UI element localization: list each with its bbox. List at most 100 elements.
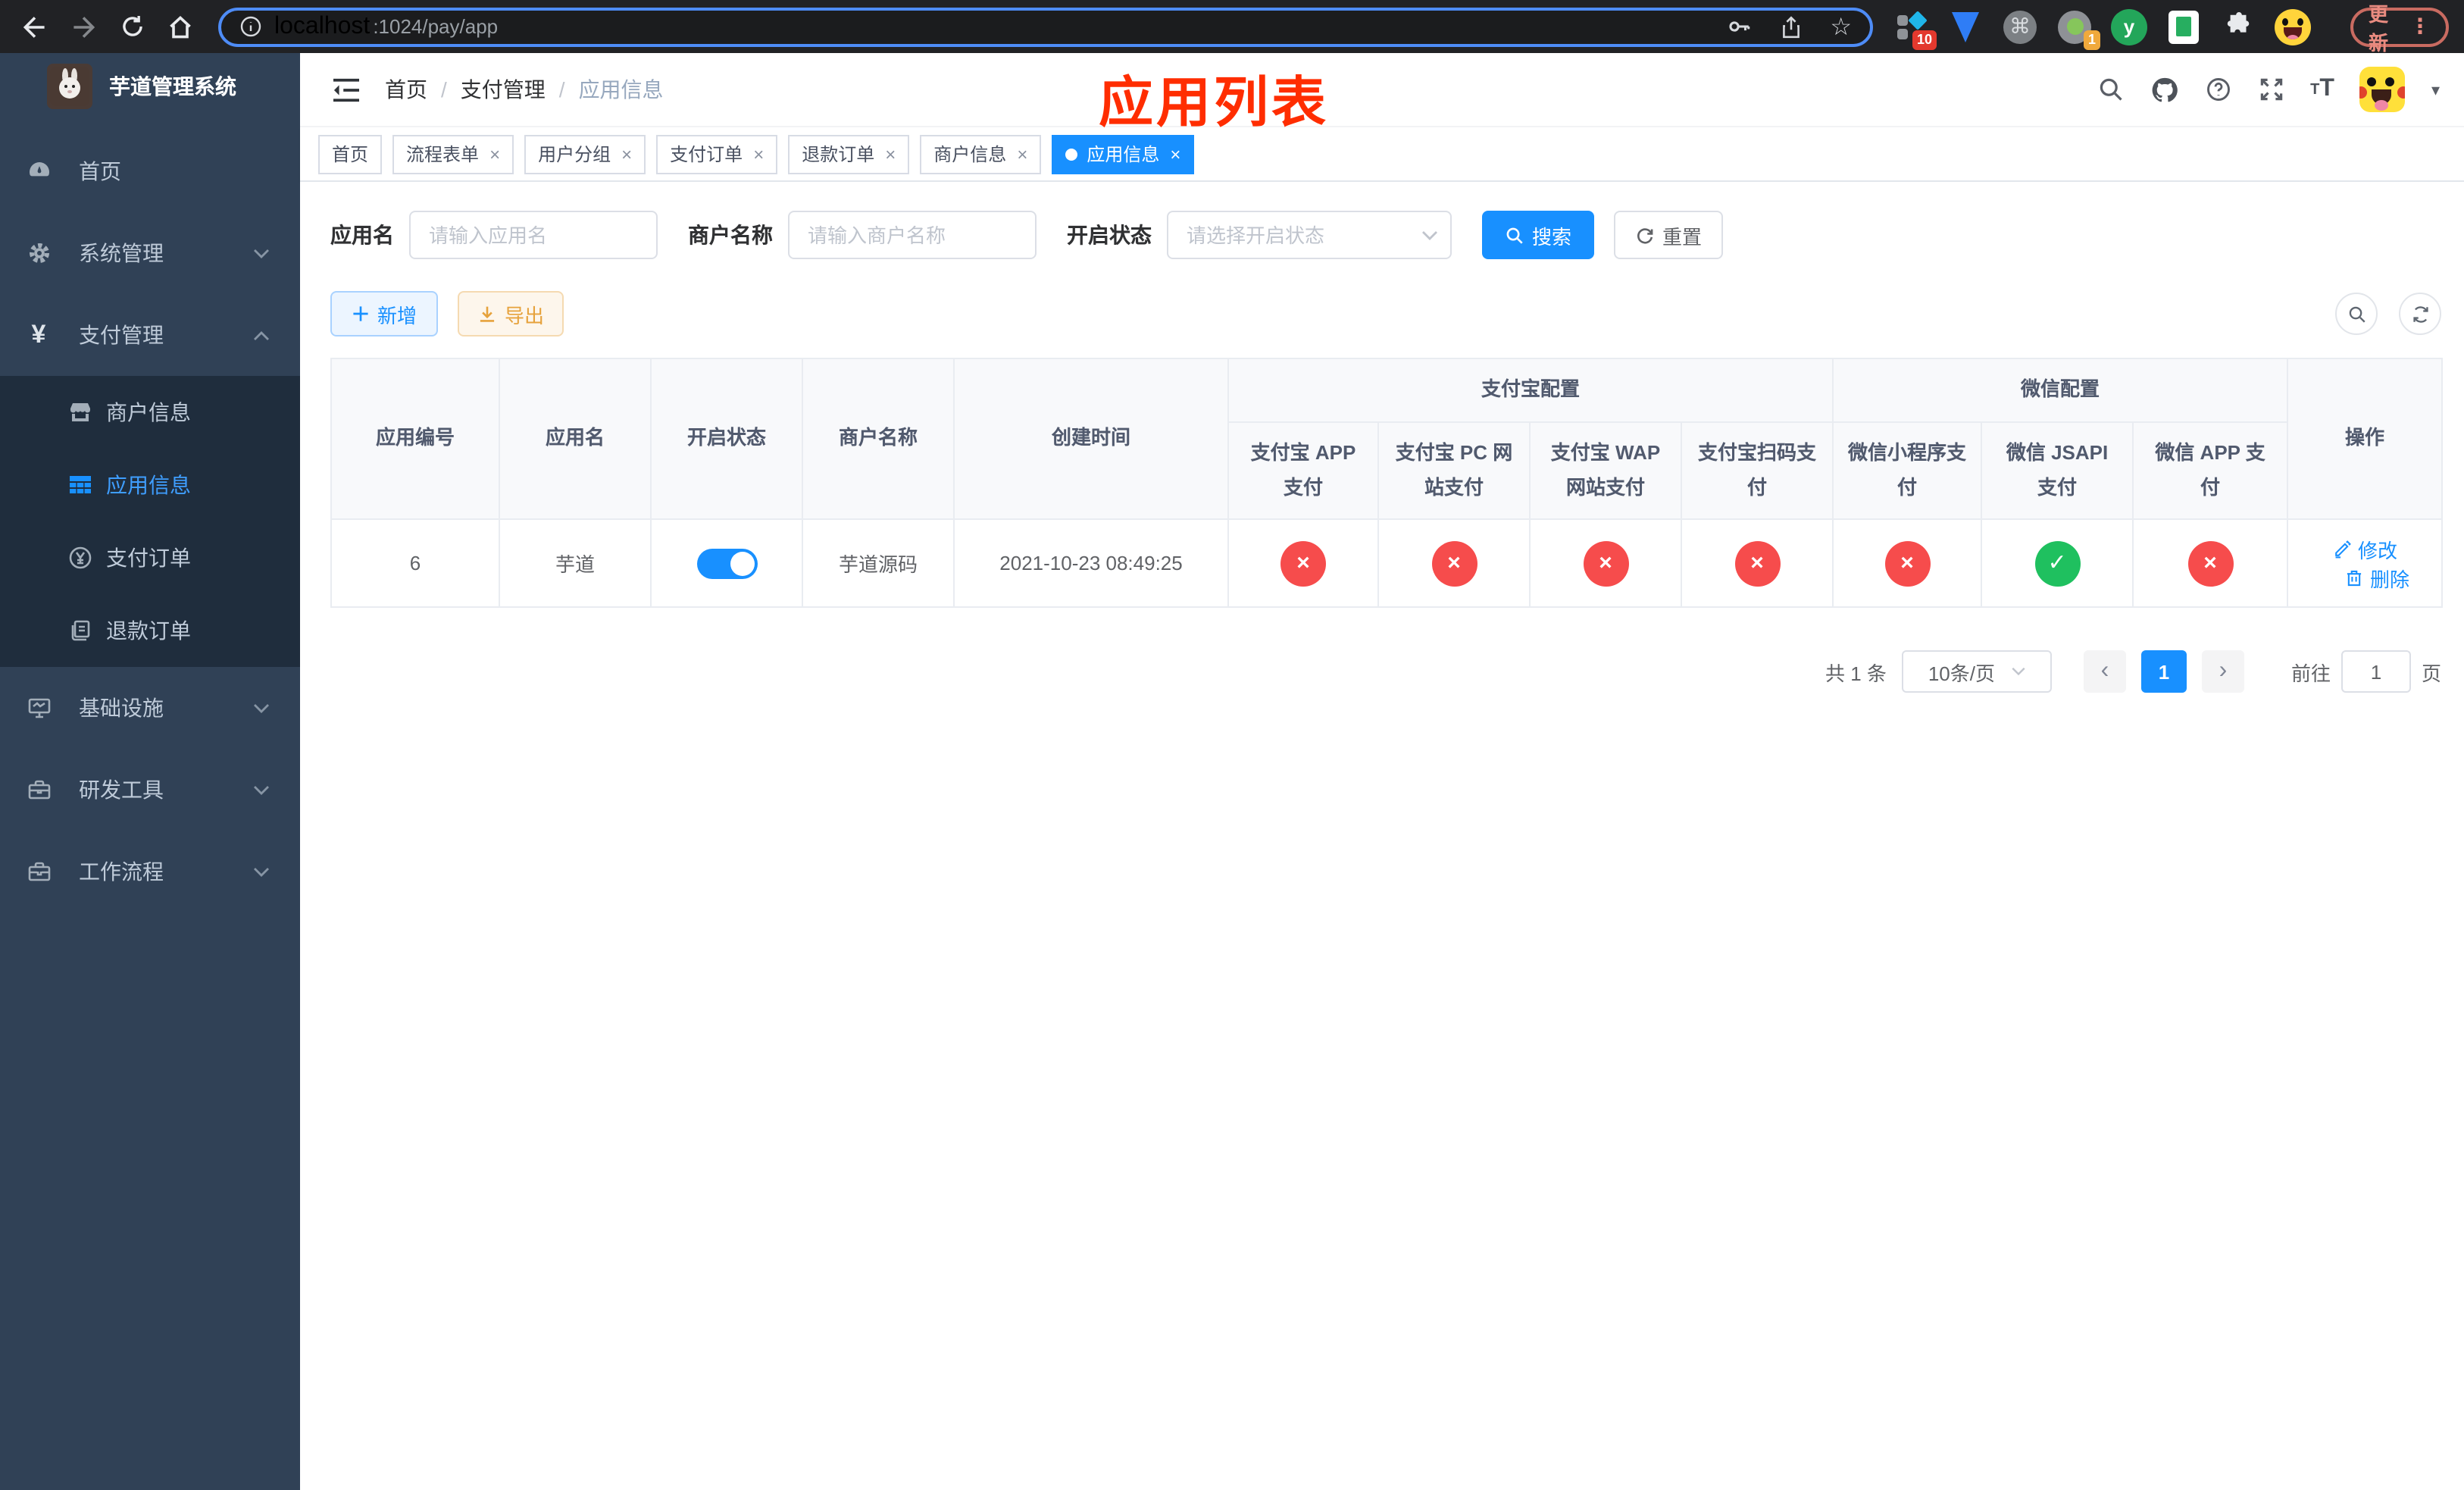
current-page-button[interactable]: 1 xyxy=(2140,650,2187,693)
site-info-icon[interactable] xyxy=(239,15,262,38)
chevron-down-icon xyxy=(253,703,270,713)
chevron-down-icon xyxy=(253,248,270,258)
sidebar-item-label: 研发工具 xyxy=(79,778,164,802)
chevron-down-icon xyxy=(2010,667,2025,676)
col-merchant: 商户名称 xyxy=(802,358,955,520)
ext-y-icon[interactable]: y xyxy=(2111,8,2147,45)
page-size-select[interactable]: 10条/页 xyxy=(1901,650,2052,693)
next-page-button[interactable]: › xyxy=(2201,650,2244,693)
delete-label: 删除 xyxy=(2370,568,2410,590)
page-content: 应用名 商户名称 开启状态 xyxy=(300,182,2464,1490)
close-icon[interactable]: × xyxy=(489,143,500,164)
fullscreen-icon[interactable] xyxy=(2257,76,2284,103)
close-icon[interactable]: × xyxy=(1170,143,1180,164)
home-icon[interactable] xyxy=(161,7,200,46)
user-avatar[interactable] xyxy=(2359,67,2406,112)
close-icon[interactable]: × xyxy=(621,143,632,164)
sidebar-item-merchant-info[interactable]: 商户信息 xyxy=(0,376,300,449)
sidebar-item-label: 基础设施 xyxy=(79,696,164,720)
app-name-input[interactable] xyxy=(409,211,658,259)
extension-icons: 10 ⌘ 1 y 更新 ⋮ xyxy=(1893,2,2449,54)
sidebar-item-app-info[interactable]: 应用信息 xyxy=(0,449,300,521)
chevron-down-icon xyxy=(253,784,270,795)
sidebar-fold-icon[interactable] xyxy=(332,77,361,102)
tag-tab-home[interactable]: 首页 xyxy=(318,134,383,174)
breadcrumb-home[interactable]: 首页 xyxy=(385,74,427,105)
wechat-jsapi-status-icon: ✓ xyxy=(2034,540,2081,586)
update-button[interactable]: 更新 ⋮ xyxy=(2350,2,2449,54)
goto-page-input[interactable] xyxy=(2340,650,2411,693)
briefcase-icon xyxy=(26,859,52,884)
search-icon[interactable] xyxy=(2097,76,2124,103)
sidebar-item-home[interactable]: 首页 xyxy=(0,130,300,212)
tag-tab-app-info[interactable]: 应用信息 × xyxy=(1052,134,1195,174)
font-size-icon[interactable]: TT xyxy=(2310,76,2334,103)
ext-record-icon[interactable]: 1 xyxy=(2056,8,2100,49)
documents-icon xyxy=(67,618,92,643)
sidebar-item-system[interactable]: 系统管理 xyxy=(0,212,300,294)
tags-view-bar: 首页 流程表单 × 用户分组 × 支付订单 × 退款订单 × 商户信息 × 应用… xyxy=(300,127,2464,182)
prev-page-button[interactable]: ‹ xyxy=(2083,650,2126,693)
ext-grid-icon[interactable]: 10 xyxy=(1893,8,1937,49)
col-app-id: 应用编号 xyxy=(330,358,500,520)
reset-button-label: 重置 xyxy=(1662,225,1703,248)
reset-button[interactable]: 重置 xyxy=(1614,211,1724,259)
ext-command-icon[interactable]: ⌘ xyxy=(2002,8,2038,45)
url-bar[interactable]: localhost :1024/pay/app ☆ xyxy=(218,7,1873,46)
sidebar-item-label: 支付订单 xyxy=(106,546,191,570)
status-toggle[interactable] xyxy=(696,548,757,578)
github-icon[interactable] xyxy=(2150,75,2178,104)
bookmark-star-icon[interactable]: ☆ xyxy=(1830,11,1852,42)
extensions-puzzle-icon[interactable] xyxy=(2220,8,2256,45)
tab-label: 首页 xyxy=(332,144,369,165)
refresh-icon[interactable] xyxy=(2399,293,2441,335)
export-button[interactable]: 导出 xyxy=(458,291,564,337)
sidebar: 芋道管理系统 首页 系统管理 ¥ 支付管理 商户信息 应用信息 支付订单 退款订… xyxy=(0,53,300,1490)
reload-icon[interactable] xyxy=(112,7,152,46)
tag-tab-refund-orders[interactable]: 退款订单 × xyxy=(788,134,910,174)
breadcrumb-payment[interactable]: 支付管理 xyxy=(461,74,546,105)
status-select[interactable] xyxy=(1167,211,1452,259)
merchant-name-input[interactable] xyxy=(788,211,1037,259)
sidebar-item-pay-orders[interactable]: 支付订单 xyxy=(0,521,300,594)
delete-link[interactable]: 删除 xyxy=(2344,563,2409,592)
sidebar-item-label: 工作流程 xyxy=(79,859,164,884)
alipay-app-status-icon: × xyxy=(1280,540,1326,586)
tag-tab-merchant-info[interactable]: 商户信息 × xyxy=(920,134,1042,174)
close-icon[interactable]: × xyxy=(753,143,764,164)
avatar-caret-icon[interactable]: ▾ xyxy=(2431,80,2440,99)
profile-emoji-icon[interactable] xyxy=(2275,8,2311,45)
tag-tab-pay-orders[interactable]: 支付订单 × xyxy=(656,134,778,174)
edit-link[interactable]: 修改 xyxy=(2332,534,2397,563)
tag-tab-process-form[interactable]: 流程表单 × xyxy=(392,134,514,174)
sidebar-item-workflow[interactable]: 工作流程 xyxy=(0,831,300,912)
ext-kite-icon[interactable] xyxy=(1947,8,1984,45)
sidebar-item-dev-tools[interactable]: 研发工具 xyxy=(0,749,300,831)
close-icon[interactable]: × xyxy=(1017,143,1027,164)
alipay-pc-status-icon: × xyxy=(1431,540,1477,586)
browser-toolbar: localhost :1024/pay/app ☆ 10 ⌘ 1 y 更新 ⋮ xyxy=(0,0,2464,54)
forward-icon[interactable] xyxy=(64,7,103,46)
add-button[interactable]: 新增 xyxy=(330,291,439,337)
sidebar-item-label: 应用信息 xyxy=(106,473,191,497)
tag-tab-user-group[interactable]: 用户分组 × xyxy=(524,134,646,174)
browser-menu-icon[interactable]: ⋮ xyxy=(2409,14,2431,39)
sidebar-item-refund-orders[interactable]: 退款订单 xyxy=(0,594,300,667)
sidebar-item-infrastructure[interactable]: 基础设施 xyxy=(0,667,300,749)
edit-label: 修改 xyxy=(2358,539,2398,562)
password-key-icon[interactable] xyxy=(1725,14,1751,39)
col-wechat-mini: 微信小程序支付 xyxy=(1832,421,1983,520)
help-icon[interactable] xyxy=(2204,76,2231,103)
share-icon[interactable] xyxy=(1778,14,1803,39)
tab-label: 支付订单 xyxy=(670,144,743,165)
ext-notes-icon[interactable] xyxy=(2165,8,2202,45)
search-button[interactable]: 搜索 xyxy=(1482,211,1595,259)
back-icon[interactable] xyxy=(15,7,55,46)
close-icon[interactable]: × xyxy=(885,143,896,164)
sidebar-logo[interactable]: 芋道管理系统 xyxy=(0,53,300,120)
app-title: 芋道管理系统 xyxy=(109,74,236,99)
toggle-search-icon[interactable] xyxy=(2335,293,2378,335)
sidebar-item-payment[interactable]: ¥ 支付管理 xyxy=(0,294,300,376)
alipay-qr-status-icon: × xyxy=(1734,540,1780,586)
status-select-input[interactable] xyxy=(1167,211,1452,259)
